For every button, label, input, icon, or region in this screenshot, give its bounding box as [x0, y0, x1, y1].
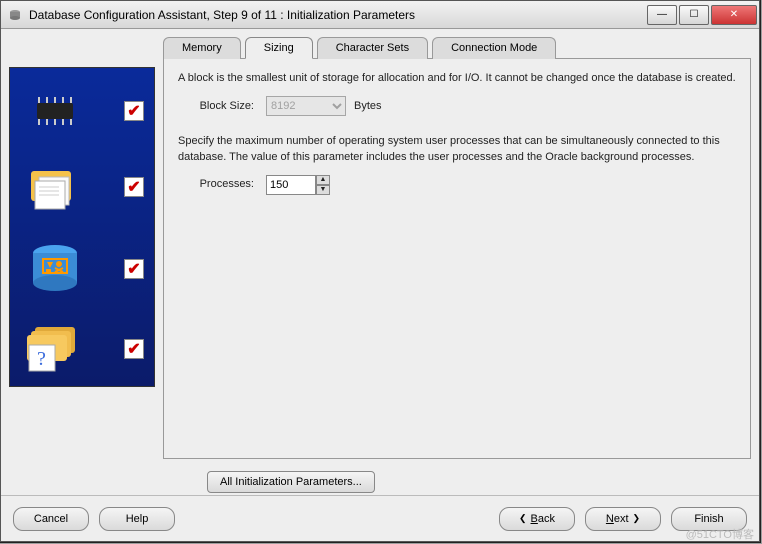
- window: Database Configuration Assistant, Step 9…: [0, 0, 760, 542]
- step-files: ✔: [20, 154, 146, 220]
- step-check-icon: ✔: [124, 339, 144, 359]
- window-title: Database Configuration Assistant, Step 9…: [29, 8, 645, 22]
- titlebar[interactable]: Database Configuration Assistant, Step 9…: [1, 1, 759, 29]
- step-check-icon: ✔: [124, 101, 144, 121]
- block-size-row: Block Size: 8192 Bytes: [178, 96, 736, 116]
- tab-strip: Memory Sizing Character Sets Connection …: [163, 37, 751, 59]
- cancel-button[interactable]: Cancel: [13, 507, 89, 531]
- app-icon: [7, 7, 23, 23]
- svg-text:?: ?: [37, 348, 46, 370]
- step-unknown: ? ✔: [20, 316, 146, 382]
- next-label: N: [606, 513, 614, 525]
- processes-spin-down[interactable]: ▼: [316, 185, 330, 195]
- processes-row: Processes: ▲ ▼: [178, 175, 736, 195]
- next-button[interactable]: Next ❯: [585, 507, 661, 531]
- chip-icon: [20, 83, 90, 139]
- maximize-button[interactable]: ☐: [679, 5, 709, 25]
- block-size-label: Block Size:: [178, 99, 258, 114]
- block-size-unit: Bytes: [354, 99, 382, 114]
- minimize-button[interactable]: —: [647, 5, 677, 25]
- tab-body-sizing: A block is the smallest unit of storage …: [163, 58, 751, 459]
- processes-description: Specify the maximum number of operating …: [178, 134, 736, 165]
- window-controls: — ☐ ✕: [645, 5, 757, 25]
- help-button[interactable]: Help: [99, 507, 175, 531]
- folder-files-icon: [20, 159, 90, 215]
- step-storage: ✔: [20, 236, 146, 302]
- back-button[interactable]: ❮ Back: [499, 507, 575, 531]
- database-barrel-icon: [20, 241, 90, 297]
- step-check-icon: ✔: [124, 177, 144, 197]
- client-area: ✔ ✔ ✔ ? ✔: [1, 29, 759, 541]
- processes-label: Processes:: [178, 177, 258, 192]
- processes-input[interactable]: [266, 175, 316, 195]
- all-params-row: All Initialization Parameters...: [207, 471, 751, 493]
- all-initialization-parameters-button[interactable]: All Initialization Parameters...: [207, 471, 375, 493]
- close-button[interactable]: ✕: [711, 5, 757, 25]
- tab-connection-mode[interactable]: Connection Mode: [432, 37, 556, 59]
- tab-character-sets[interactable]: Character Sets: [317, 37, 428, 59]
- tab-sizing[interactable]: Sizing: [245, 37, 313, 59]
- watermark: @51CTO博客: [686, 526, 754, 542]
- block-size-description: A block is the smallest unit of storage …: [178, 71, 736, 86]
- processes-spin-up[interactable]: ▲: [316, 175, 330, 185]
- bottom-bar: Cancel Help ❮ Back Next ❯ Finish: [1, 495, 759, 541]
- tab-memory[interactable]: Memory: [163, 37, 241, 59]
- folder-question-icon: ?: [20, 321, 90, 377]
- block-size-select[interactable]: 8192: [266, 96, 346, 116]
- step-check-icon: ✔: [124, 259, 144, 279]
- back-arrow-icon: ❮: [519, 513, 527, 524]
- next-arrow-icon: ❯: [633, 513, 641, 524]
- main-area: ✔ ✔ ✔ ? ✔: [1, 29, 759, 467]
- back-label: B: [531, 513, 538, 525]
- step-hardware: ✔: [20, 78, 146, 144]
- right-pane: Memory Sizing Character Sets Connection …: [163, 37, 751, 459]
- wizard-sidebar: ✔ ✔ ✔ ? ✔: [9, 67, 155, 387]
